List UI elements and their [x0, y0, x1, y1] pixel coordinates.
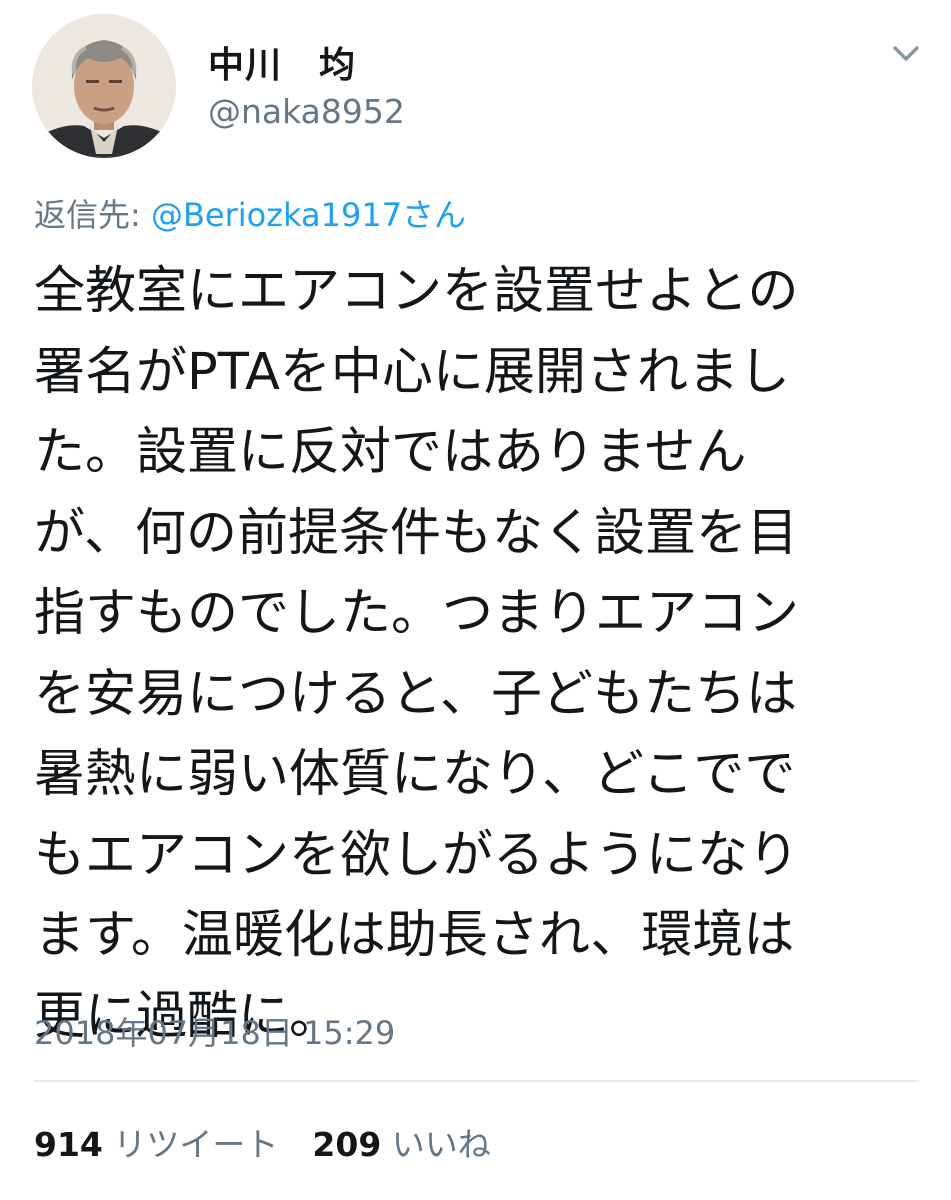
profile-photo [32, 14, 176, 158]
tweet-text-line: 指すものでした。つまりエアコン [34, 584, 800, 643]
tweet-text-line: を安易につけると、子どもたちは [34, 664, 797, 724]
retweets-label: リツイート [113, 1125, 279, 1164]
tweet-stats: 914 リツイート 209 いいね [34, 1118, 491, 1166]
chevron-down-icon[interactable] [889, 36, 923, 70]
reply-context: 返信先: @Beriozka1917さん [34, 190, 466, 236]
tweet-text-line: が、何の前提条件もなく設置を目 [34, 503, 798, 563]
tweet-text: 全教室にエアコンを設置せよとの 署名がPTAを中心に展開されまし た。設置に反対… [34, 252, 924, 1057]
tweet-text-line: 暑熱に弱い体質になり、どこでで [34, 745, 796, 804]
retweets-stat[interactable]: 914 リツイート [34, 1125, 278, 1164]
tweet-timestamp[interactable]: 2018年07月18日 15:29 [34, 1008, 395, 1054]
reply-mention-link[interactable]: @Beriozka1917さん [151, 196, 466, 234]
reply-prefix: 返信先: [34, 196, 151, 234]
tweet-text-line: ます。温暖化は助長され、環境は [34, 906, 795, 965]
divider [34, 1080, 919, 1082]
likes-label: いいね [391, 1125, 491, 1164]
avatar[interactable] [32, 14, 176, 158]
likes-count: 209 [312, 1125, 382, 1164]
likes-stat[interactable]: 209 いいね [312, 1125, 490, 1164]
tweet-text-line: た。設置に反対ではありません [34, 423, 747, 482]
user-handle[interactable]: @naka8952 [208, 92, 405, 131]
display-name[interactable]: 中川 均 [208, 36, 356, 88]
retweets-count: 914 [34, 1125, 103, 1164]
tweet-text-line: もエアコンを欲しがるようになり [34, 825, 800, 885]
tweet-text-line: 署名がPTAを中心に展開されまし [34, 342, 790, 402]
tweet-text-line: 全教室にエアコンを設置せよとの [34, 262, 799, 321]
